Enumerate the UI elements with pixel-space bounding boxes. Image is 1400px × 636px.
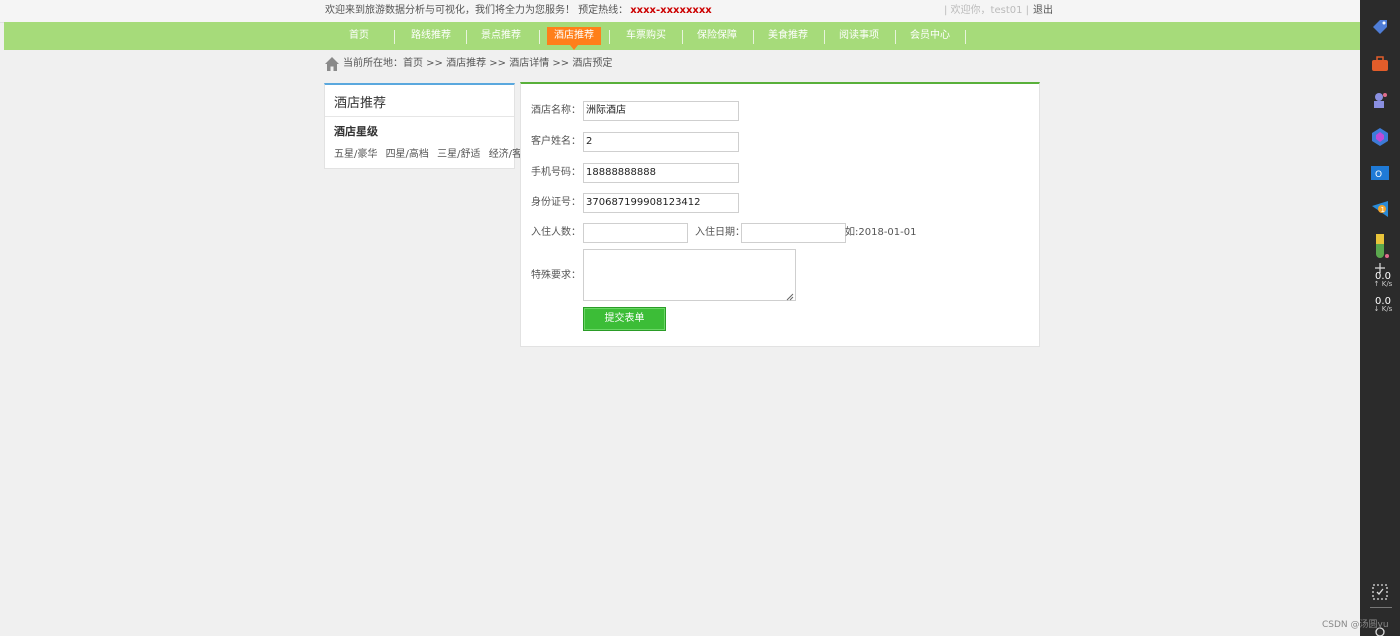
booking-form: 酒店名称： 客户姓名： 手机号码： 身份证号： 入住人数： 入住日期： 如:20… (520, 82, 1040, 347)
hotel-name-label: 酒店名称： (531, 105, 581, 116)
resize-grip-icon[interactable] (786, 293, 794, 301)
svg-text:1: 1 (1381, 206, 1385, 214)
nav-item-insurance[interactable]: 保险保障 (688, 27, 746, 45)
customer-name-label: 客户姓名： (531, 136, 581, 147)
sidebar-divider (1370, 607, 1392, 608)
checkin-date-label: 入住日期： (695, 227, 745, 238)
rating-link-five-star[interactable]: 五星/豪华 (334, 149, 377, 160)
download-unit-text: K/s (1381, 305, 1393, 313)
upload-speed-unit: ↑ K/s (1373, 280, 1393, 288)
toolbox-icon[interactable] (1369, 53, 1391, 75)
nav-divider (682, 30, 683, 44)
browser-sidebar: O 1 (1360, 0, 1400, 636)
submit-button[interactable]: 提交表单 (583, 307, 666, 331)
star-rating-links: 五星/豪华 四星/高档 三星/舒适 经济/客栈 (325, 139, 532, 166)
upload-speed: 0.0 ↑ K/s (1368, 271, 1398, 288)
nav-item-member[interactable]: 会员中心 (901, 27, 959, 45)
panel-title: 酒店推荐 (325, 85, 514, 117)
nav-divider (394, 30, 395, 44)
nav-divider (824, 30, 825, 44)
nav-divider (753, 30, 754, 44)
special-request-textarea[interactable] (583, 249, 796, 301)
nav-item-attractions[interactable]: 景点推荐 (472, 27, 530, 45)
top-bar: 欢迎来到旅游数据分析与可视化，我们将全力为您服务！ 预定热线： xxxx-xxxx… (0, 0, 1360, 23)
star-rating-heading: 酒店星级 (334, 125, 378, 138)
logout-link[interactable]: 退出 (1033, 5, 1053, 16)
id-number-label: 身份证号： (531, 197, 581, 208)
id-number-input[interactable] (583, 193, 739, 213)
nav-item-notes[interactable]: 阅读事项 (830, 27, 888, 45)
copilot-icon[interactable] (1369, 126, 1391, 148)
guests-input[interactable] (583, 223, 688, 243)
nav-divider (609, 30, 610, 44)
test-tube-icon[interactable] (1369, 232, 1391, 262)
tag-icon[interactable] (1369, 17, 1391, 39)
main-nav: 首页 路线推荐 景点推荐 酒店推荐 车票购买 保险保障 美食推荐 阅读事项 会员… (4, 22, 1360, 50)
phone-input[interactable] (583, 163, 739, 183)
screenshot-icon[interactable] (1369, 581, 1391, 603)
user-greeting: | 欢迎你，test01 | (944, 5, 1030, 16)
home-icon[interactable] (324, 56, 340, 72)
nav-item-hotels[interactable]: 酒店推荐 (547, 27, 601, 50)
page: 欢迎来到旅游数据分析与可视化，我们将全力为您服务！ 预定热线： xxxx-xxxx… (0, 0, 1360, 636)
chess-icon[interactable] (1369, 89, 1391, 111)
nav-divider (466, 30, 467, 44)
customer-name-input[interactable] (583, 132, 739, 152)
date-format-hint: 如:2018-01-01 (845, 227, 917, 238)
outlook-icon[interactable]: O (1369, 162, 1391, 184)
nav-divider (539, 30, 540, 44)
breadcrumb: 当前所在地：首页 >> 酒店推荐 >> 酒店详情 >> 酒店预定 (324, 55, 612, 73)
upload-unit-text: K/s (1381, 280, 1393, 288)
phone-label: 手机号码： (531, 167, 581, 178)
hotline-number: xxxx-xxxxxxxx (630, 5, 712, 16)
welcome-message: 欢迎来到旅游数据分析与可视化，我们将全力为您服务！ 预定热线： (325, 5, 629, 16)
nav-divider (895, 30, 896, 44)
guests-label: 入住人数： (531, 227, 581, 238)
breadcrumb-text: 当前所在地：首页 >> 酒店推荐 >> 酒店详情 >> 酒店预定 (343, 58, 613, 69)
hotel-name-input[interactable] (583, 101, 739, 121)
notification-badge-icon[interactable]: 1 (1369, 198, 1391, 220)
rating-link-three-star[interactable]: 三星/舒适 (437, 149, 480, 160)
checkin-date-input[interactable] (741, 223, 846, 243)
nav-item-home[interactable]: 首页 (330, 27, 388, 45)
download-speed: 0.0 ↓ K/s (1368, 296, 1398, 313)
welcome-text: 欢迎来到旅游数据分析与可视化，我们将全力为您服务！ 预定热线： xxxx-xxxx… (325, 0, 712, 22)
special-request-label: 特殊要求： (531, 270, 581, 281)
svg-text:O: O (1375, 170, 1382, 180)
watermark: CSDN @汤圆yu (1322, 620, 1389, 630)
user-box: | 欢迎你，test01 | 退出 (944, 0, 1053, 22)
download-speed-unit: ↓ K/s (1373, 305, 1393, 313)
nav-divider (965, 30, 966, 44)
hotel-category-panel: 酒店推荐 酒店星级 五星/豪华 四星/高档 三星/舒适 经济/客栈 (324, 83, 532, 169)
nav-item-routes[interactable]: 路线推荐 (402, 27, 460, 45)
rating-link-four-star[interactable]: 四星/高档 (386, 149, 429, 160)
nav-item-food[interactable]: 美食推荐 (759, 27, 817, 45)
nav-item-tickets[interactable]: 车票购买 (617, 27, 675, 45)
